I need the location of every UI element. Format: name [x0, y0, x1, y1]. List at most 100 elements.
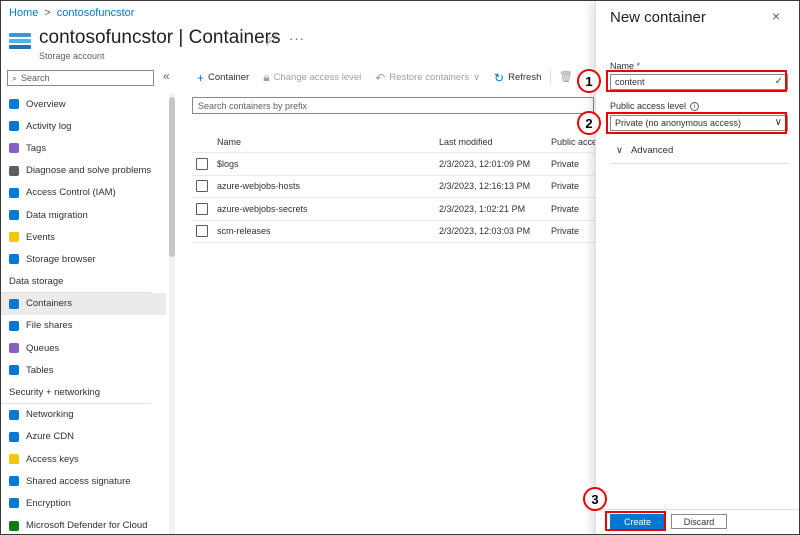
page-subtitle: Storage account	[39, 51, 105, 61]
pin-icon[interactable]: 📌︎	[265, 33, 279, 46]
sidebar-item-encryption[interactable]: Encryption	[1, 492, 166, 514]
storage-account-icon	[9, 33, 31, 51]
name-label: Name *	[610, 61, 641, 71]
sidebar-item-data-migration[interactable]: Data migration	[1, 204, 166, 226]
sidebar-item-tags[interactable]: Tags	[1, 137, 166, 159]
add-container-button[interactable]: + Container	[197, 71, 249, 85]
link-icon	[9, 476, 19, 487]
row-checkbox[interactable]	[196, 180, 208, 193]
sidebar-item-shared-access-signature[interactable]: Shared access signature	[1, 470, 166, 492]
column-header-public-access[interactable]: Public access level	[551, 137, 596, 147]
panel-title: New container	[610, 9, 706, 26]
containers-icon	[9, 298, 19, 309]
create-button[interactable]: Create	[610, 514, 665, 529]
last-modified-cell: 2/3/2023, 12:01:09 PM	[439, 158, 531, 169]
sidebar-item-access-control-iam[interactable]: Access Control (IAM)	[1, 182, 166, 204]
delete-icon[interactable]: 🗑︎	[559, 70, 573, 83]
tables-icon	[9, 365, 19, 376]
key-icon	[9, 454, 19, 465]
more-options-button[interactable]: ···	[289, 31, 305, 46]
sidebar-item-microsoft-defender-for-cloud[interactable]: Microsoft Defender for Cloud	[1, 515, 166, 534]
required-marker: *	[636, 61, 641, 71]
page-title: contosofuncstor | Containers	[39, 27, 281, 48]
close-icon[interactable]: ×	[772, 8, 780, 24]
container-name-link[interactable]: azure-webjobs-secrets	[217, 204, 439, 214]
last-modified-cell: 2/3/2023, 12:03:03 PM	[439, 226, 531, 237]
row-checkbox[interactable]	[196, 202, 208, 215]
tag-icon	[9, 143, 19, 154]
lightning-icon	[9, 232, 19, 243]
cloud-icon	[9, 431, 19, 442]
last-modified-cell: 2/3/2023, 1:02:21 PM	[439, 203, 526, 214]
sidebar-item-storage-browser[interactable]: Storage browser	[1, 248, 166, 270]
sidebar-item-access-keys[interactable]: Access keys	[1, 448, 166, 470]
breadcrumb: Home > contosofuncstor	[9, 7, 134, 19]
command-bar: + Container 🔒︎ Change access level ↶ Res…	[197, 70, 541, 85]
access-level-cell: Private	[551, 226, 580, 237]
data-migration-icon	[9, 210, 19, 221]
refresh-icon: ↻	[494, 70, 505, 85]
table-row[interactable]: $logs 2/3/2023, 12:01:09 PM Private	[192, 153, 596, 176]
sidebar-item-azure-cdn[interactable]: Azure CDN	[1, 426, 166, 448]
callout-1: 1	[577, 69, 601, 93]
sidebar-item-queues[interactable]: Queues	[1, 337, 166, 359]
table-row[interactable]: azure-webjobs-secrets 2/3/2023, 1:02:21 P…	[192, 198, 596, 221]
discard-button[interactable]: Discard	[671, 514, 727, 529]
sidebar-item-containers[interactable]: Containers	[1, 292, 166, 315]
sidebar-item-events[interactable]: Events	[1, 226, 166, 248]
container-name-link[interactable]: azure-webjobs-hosts	[217, 181, 439, 191]
access-level-cell: Private	[551, 203, 580, 214]
networking-icon	[9, 409, 19, 420]
sidebar-search-input[interactable]: ⌕ Search	[7, 70, 154, 86]
info-icon[interactable]: i	[690, 102, 700, 112]
sidebar-item-networking[interactable]: Networking	[1, 404, 166, 426]
public-access-select[interactable]: Private (no anonymous access) ∨	[610, 115, 788, 131]
container-name-link[interactable]: $logs	[217, 159, 439, 169]
sidebar-item-diagnose-and-solve-problems[interactable]: Diagnose and solve problems	[1, 160, 166, 182]
callout-3: 3	[583, 487, 607, 511]
sidebar-item-tables[interactable]: Tables	[1, 359, 166, 381]
sidebar-item-activity-log[interactable]: Activity log	[1, 115, 166, 137]
restore-containers-button[interactable]: ↶ Restore containers ∨	[375, 71, 480, 85]
container-name-input[interactable]: content ✓	[610, 74, 788, 90]
sidebar-item-overview[interactable]: Overview	[1, 93, 166, 115]
storage-browser-icon	[9, 254, 19, 265]
section-data-storage: Data storage	[1, 271, 151, 293]
valid-check-icon: ✓	[774, 76, 783, 87]
access-level-cell: Private	[551, 181, 580, 192]
table-header-row: Name Last modified Public access level	[192, 131, 596, 153]
callout-2: 2	[577, 111, 601, 135]
breadcrumb-resource[interactable]: contosofuncstor	[57, 7, 135, 19]
queues-icon	[9, 343, 19, 354]
sidebar-scrollbar[interactable]	[169, 93, 175, 534]
portal-window: Home > contosofuncstor contosofuncstor |…	[0, 0, 800, 535]
access-level-cell: Private	[551, 158, 580, 169]
lock-icon: 🔒︎	[263, 70, 270, 84]
column-header-name[interactable]: Name	[217, 137, 439, 147]
sidebar-item-file-shares[interactable]: File shares	[1, 315, 166, 337]
breadcrumb-home[interactable]: Home	[9, 7, 38, 19]
advanced-toggle[interactable]: ∨ Advanced	[616, 145, 673, 156]
container-name-link[interactable]: scm-releases	[217, 226, 439, 236]
page-header: contosofuncstor | Containers Storage acc…	[9, 27, 281, 61]
table-row[interactable]: scm-releases 2/3/2023, 12:03:03 PM Private	[192, 221, 596, 243]
collapse-sidebar-button[interactable]: «	[163, 69, 170, 83]
plus-icon: +	[197, 70, 205, 85]
refresh-button[interactable]: ↻ Refresh	[494, 71, 541, 85]
file-shares-icon	[9, 320, 19, 331]
new-container-panel: New container × Name * content ✓ Public …	[595, 1, 799, 534]
change-access-level-button[interactable]: 🔒︎ Change access level	[263, 70, 361, 85]
table-row[interactable]: azure-webjobs-hosts 2/3/2023, 12:16:13 PM…	[192, 176, 596, 198]
container-filter-input[interactable]: Search containers by prefix	[192, 97, 594, 114]
column-header-last-modified[interactable]: Last modified	[439, 137, 551, 147]
shield-icon	[9, 520, 19, 531]
toolbar-divider	[550, 70, 551, 84]
undo-icon: ↶	[375, 70, 386, 85]
overview-icon	[9, 99, 19, 110]
row-checkbox[interactable]	[196, 157, 208, 170]
divider	[610, 163, 788, 164]
row-checkbox[interactable]	[196, 225, 208, 238]
sidebar-nav: Overview Activity log Tags Diagnose and sol…	[1, 93, 166, 534]
sidebar-scroll-thumb[interactable]	[169, 97, 175, 257]
containers-table: Name Last modified Public access level $…	[192, 131, 596, 243]
